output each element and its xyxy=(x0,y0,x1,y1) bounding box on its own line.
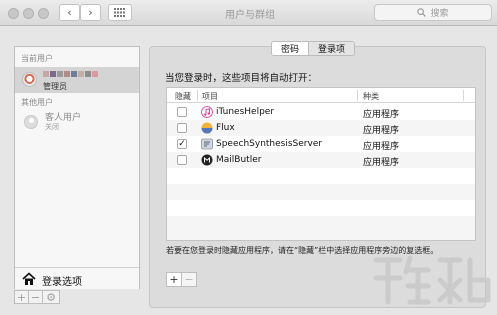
column-separator xyxy=(197,90,198,101)
item-name: SpeechSynthesisServer xyxy=(216,139,323,149)
tab-bar: 密码 登录项 xyxy=(271,41,356,56)
speech-icon xyxy=(201,138,213,150)
add-item-button[interactable]: + xyxy=(166,272,182,287)
hide-checkbox[interactable]: ✓ xyxy=(177,139,187,149)
forward-button[interactable]: › xyxy=(80,4,101,21)
item-kind: 应用程序 xyxy=(363,142,400,152)
minimize-window-button[interactable] xyxy=(23,8,34,19)
watermark-logo xyxy=(373,255,491,305)
sidebar-toolbar: + − ⚙ xyxy=(14,290,60,304)
hide-checkbox[interactable] xyxy=(177,123,187,133)
chevron-left-icon: ‹ xyxy=(67,6,72,19)
login-items-heading: 当您登录时，这些项目将自动打开： xyxy=(165,73,318,84)
guest-user-status: 关闭 xyxy=(45,123,59,131)
chevron-right-icon: › xyxy=(88,6,93,19)
search-icon xyxy=(417,8,427,17)
tab-login-items[interactable]: 登录项 xyxy=(308,42,355,55)
table-header: 隐藏 项目 种类 xyxy=(167,88,475,103)
column-separator xyxy=(357,90,358,101)
table-row[interactable]: Flux 应用程序 xyxy=(167,120,475,136)
item-name: Flux xyxy=(216,123,235,133)
column-header-hide[interactable]: 隐藏 xyxy=(175,91,191,102)
grid-icon xyxy=(114,8,125,17)
table-row-empty xyxy=(167,168,475,184)
table-row[interactable]: ✓ SpeechSynthesisServer 应用程序 xyxy=(167,136,475,152)
add-user-button[interactable]: + xyxy=(14,290,29,304)
hide-checkbox[interactable] xyxy=(177,107,187,117)
current-users-label: 当前用户 xyxy=(21,54,53,63)
current-user-item[interactable]: 管理员 xyxy=(15,67,139,93)
table-row-empty xyxy=(167,216,475,240)
item-name: iTunesHelper xyxy=(216,107,275,117)
item-kind: 应用程序 xyxy=(363,158,400,168)
guest-avatar xyxy=(24,115,38,129)
item-kind: 应用程序 xyxy=(363,126,400,136)
window-title: 用户与群组 xyxy=(225,10,275,21)
search-placeholder: 搜索 xyxy=(430,9,449,19)
item-name: MailButler xyxy=(216,155,262,165)
other-users-label: 其他用户 xyxy=(21,98,53,107)
house-icon xyxy=(22,272,36,285)
hide-checkbox[interactable] xyxy=(177,155,187,165)
table-row[interactable]: iTunesHelper 应用程序 xyxy=(167,104,475,120)
show-all-button[interactable] xyxy=(108,4,132,21)
table-row[interactable]: MailButler 应用程序 xyxy=(167,152,475,168)
remove-item-button[interactable]: − xyxy=(181,272,197,287)
login-items-table: 隐藏 项目 种类 iTunesHelper 应用程序 Flux 应用程序 ✓ S… xyxy=(166,87,476,241)
search-field[interactable]: 搜索 xyxy=(374,4,492,21)
title-bar: ‹ › 用户与群组 搜索 xyxy=(0,0,497,26)
avatar xyxy=(22,72,37,87)
flux-icon xyxy=(201,122,213,134)
user-name-redacted xyxy=(43,71,103,79)
tab-password[interactable]: 密码 xyxy=(272,42,309,55)
back-button[interactable]: ‹ xyxy=(59,4,80,21)
column-header-kind[interactable]: 种类 xyxy=(363,91,379,102)
login-options-label: 登录选项 xyxy=(42,277,82,288)
close-window-button[interactable] xyxy=(8,8,19,19)
remove-user-button[interactable]: − xyxy=(28,290,43,304)
column-header-item[interactable]: 项目 xyxy=(202,91,218,102)
itunes-icon xyxy=(201,106,213,118)
user-role: 管理员 xyxy=(43,82,67,91)
item-kind: 应用程序 xyxy=(363,110,400,120)
login-options-item[interactable]: 登录选项 xyxy=(15,267,139,289)
gear-icon[interactable]: ⚙ xyxy=(42,290,60,304)
table-row-empty xyxy=(167,200,475,216)
users-sidebar: 当前用户 管理员 其他用户 客人用户 关闭 登录选项 xyxy=(14,46,140,289)
table-row-empty xyxy=(167,184,475,200)
item-toolbar: + − xyxy=(166,272,197,287)
column-separator xyxy=(463,90,464,101)
zoom-window-button[interactable] xyxy=(38,8,49,19)
mailbutler-icon xyxy=(201,154,213,166)
